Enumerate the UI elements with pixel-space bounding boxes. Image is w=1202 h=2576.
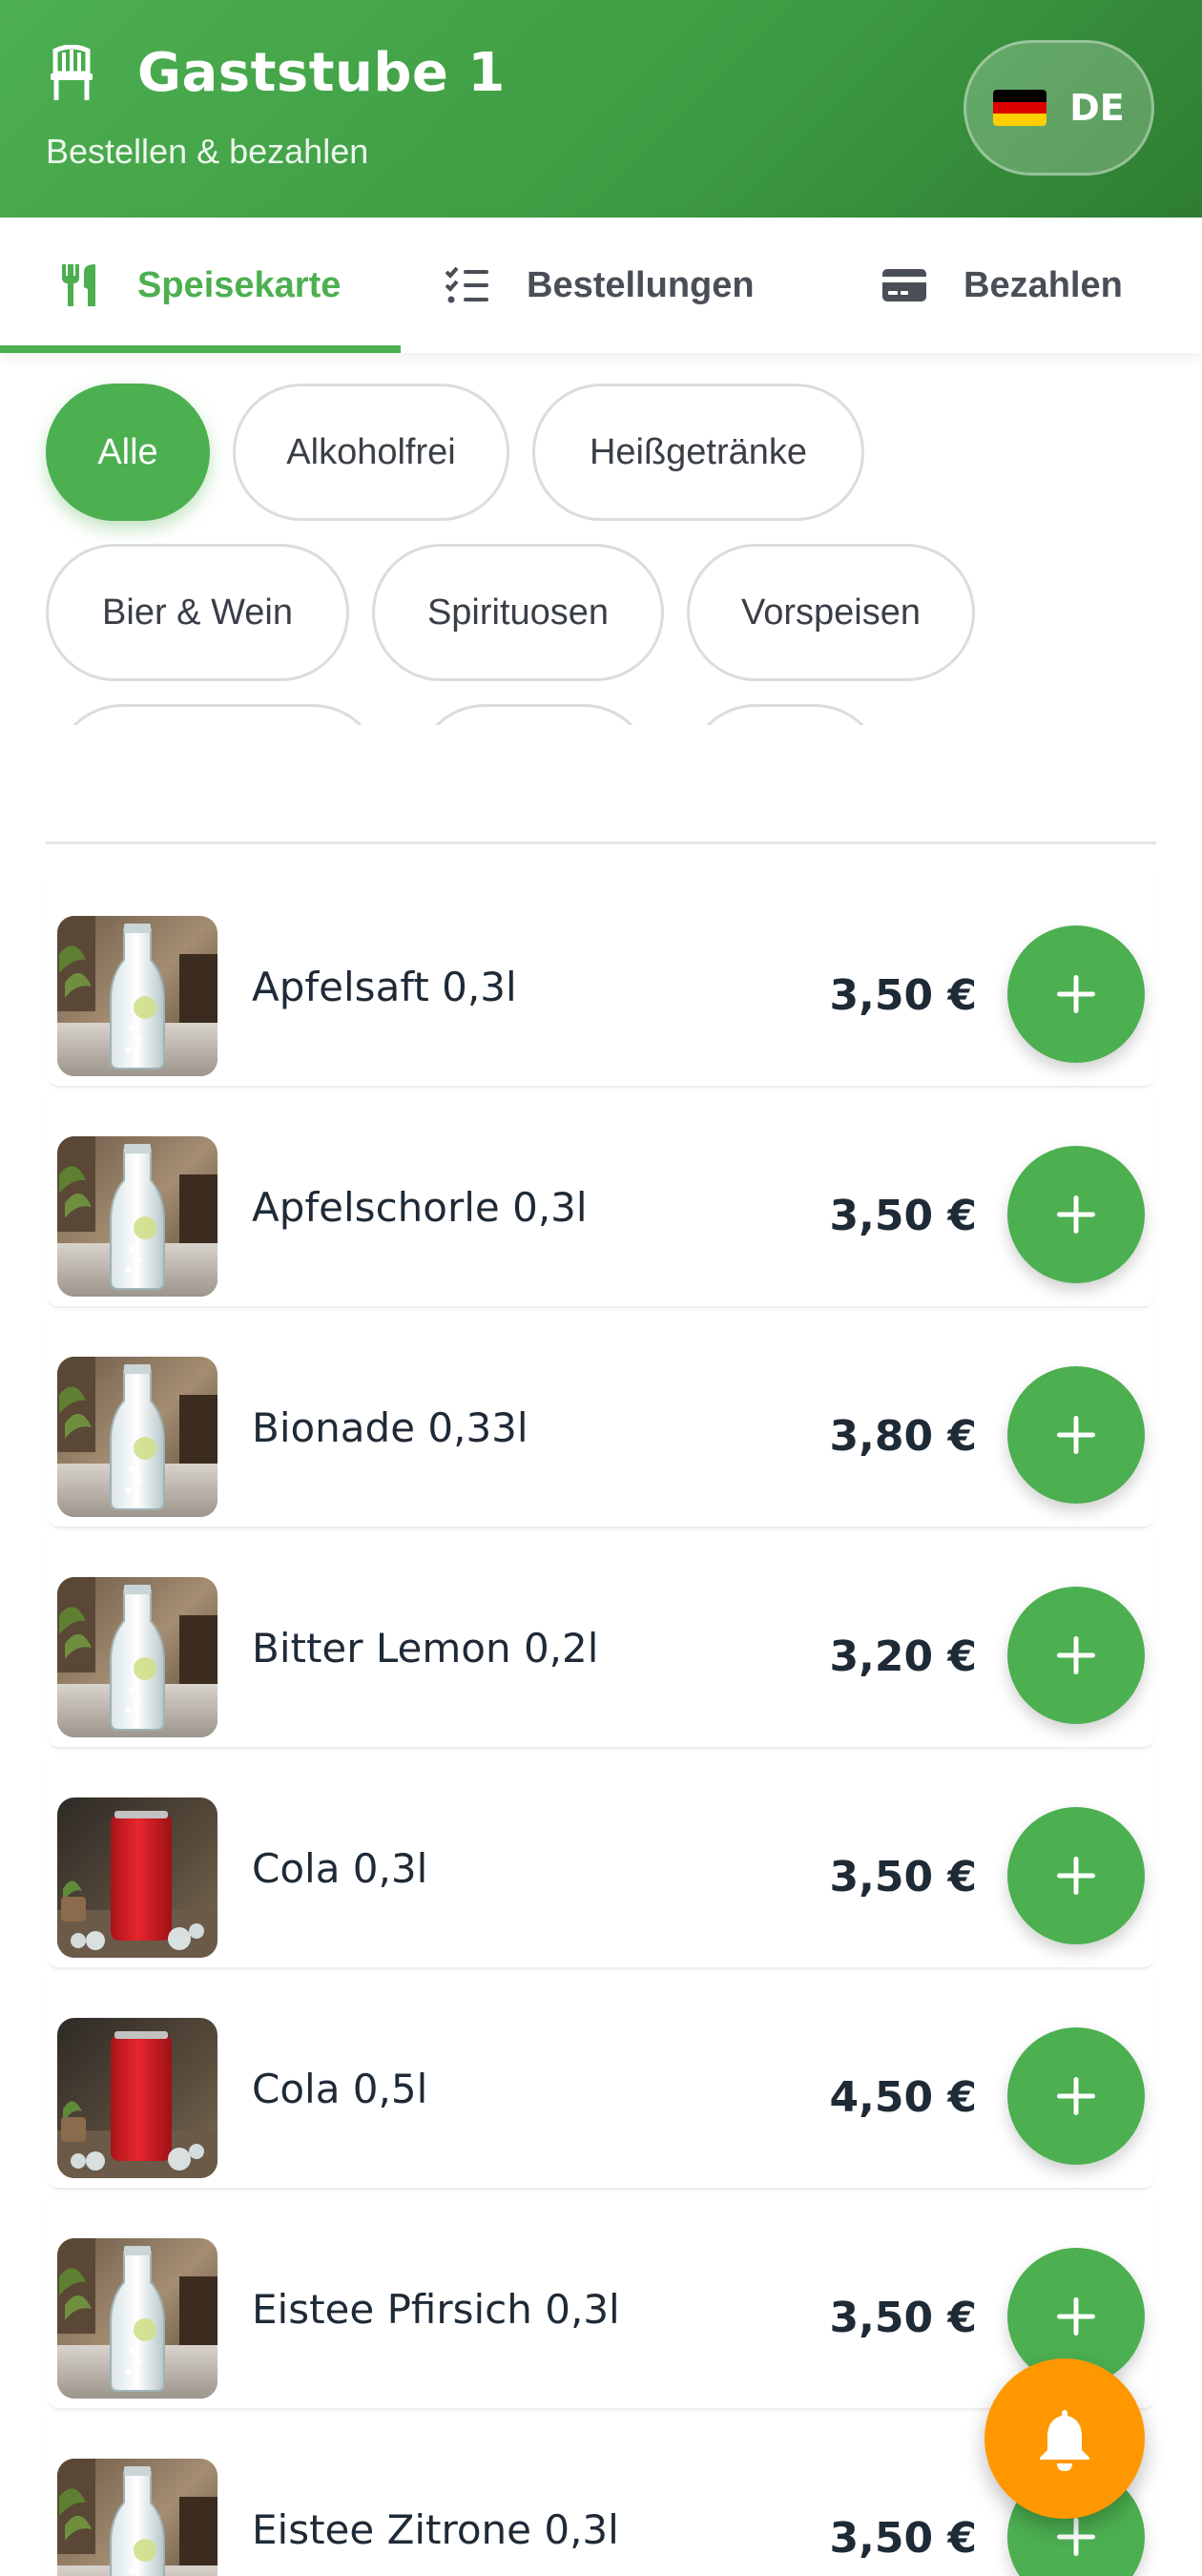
category-chip-alle[interactable]: Alle — [46, 384, 210, 521]
plus-icon — [1057, 2518, 1095, 2556]
item-price: 3,50 € — [829, 971, 978, 1020]
item-name: Apfelschorle 0,3l — [252, 1184, 588, 1231]
category-chip-partial[interactable] — [687, 704, 883, 725]
page-title: Gaststube 1 — [137, 42, 506, 104]
call-waiter-button[interactable] — [984, 2358, 1145, 2519]
item-price: 3,50 € — [829, 2514, 978, 2563]
item-image — [57, 1357, 218, 1517]
item-name: Bionade 0,33l — [252, 1404, 528, 1451]
menu-item: Cola 0,5l 4,50 € — [48, 1970, 1154, 2190]
category-filter: Alle Alkoholfrei Heißgetränke Bier & Wei… — [0, 353, 1202, 725]
active-tab-indicator — [0, 345, 401, 353]
plus-icon — [1057, 1636, 1095, 1674]
item-image — [57, 1577, 218, 1737]
plus-icon — [1057, 975, 1095, 1013]
menu-item: Cola 0,3l 3,50 € — [48, 1750, 1154, 1969]
menu-item: Apfelschorle 0,3l 3,50 € — [48, 1089, 1154, 1308]
tab-label: Bestellungen — [527, 264, 755, 305]
section-divider — [46, 841, 1156, 844]
category-chip-vorspeisen[interactable]: Vorspeisen — [687, 544, 975, 681]
category-chip-partial[interactable] — [416, 704, 653, 725]
item-name: Bitter Lemon 0,2l — [252, 1625, 599, 1672]
plus-icon — [1057, 2077, 1095, 2115]
tab-speisekarte[interactable]: Speisekarte — [59, 218, 341, 353]
item-price: 3,80 € — [829, 1412, 978, 1461]
menu-item: Bitter Lemon 0,2l 3,20 € — [48, 1529, 1154, 1749]
item-price: 4,50 € — [829, 2073, 978, 2122]
item-image — [57, 2238, 218, 2399]
item-name: Eistee Pfirsich 0,3l — [252, 2286, 620, 2333]
item-image — [57, 916, 218, 1076]
menu-item: Apfelsaft 0,3l 3,50 € — [48, 868, 1154, 1088]
page-subtitle: Bestellen & bezahlen — [46, 132, 369, 171]
add-to-order-button[interactable] — [1007, 1587, 1145, 1724]
tab-bar: Speisekarte Bestellungen Bezahlen — [0, 218, 1202, 353]
item-price: 3,20 € — [829, 1632, 978, 1681]
tab-bezahlen[interactable]: Bezahlen — [881, 218, 1123, 353]
category-chip-heissgetraenke[interactable]: Heißgetränke — [532, 384, 864, 521]
checklist-icon — [445, 266, 488, 303]
add-to-order-button[interactable] — [1007, 1146, 1145, 1283]
item-name: Apfelsaft 0,3l — [252, 964, 517, 1010]
add-to-order-button[interactable] — [1007, 925, 1145, 1063]
plus-icon — [1057, 1195, 1095, 1234]
plus-icon — [1057, 1416, 1095, 1454]
add-to-order-button[interactable] — [1007, 1366, 1145, 1504]
menu-item: Eistee Pfirsich 0,3l 3,50 € — [48, 2191, 1154, 2410]
tab-bestellungen[interactable]: Bestellungen — [445, 218, 755, 353]
bell-icon — [1040, 2410, 1089, 2471]
category-chip-bier-wein[interactable]: Bier & Wein — [46, 544, 349, 681]
item-image — [57, 2459, 218, 2576]
fork-knife-icon — [62, 264, 95, 306]
add-to-order-button[interactable] — [1007, 2027, 1145, 2165]
header-title-row: Gaststube 1 — [48, 42, 506, 104]
item-image — [57, 1136, 218, 1297]
item-price: 3,50 € — [829, 1192, 978, 1240]
plus-icon — [1057, 1857, 1095, 1895]
category-chip-spirituosen[interactable]: Spirituosen — [372, 544, 664, 681]
chair-icon — [51, 44, 93, 100]
category-chip-alkoholfrei[interactable]: Alkoholfrei — [233, 384, 509, 521]
item-name: Eistee Zitrone 0,3l — [252, 2506, 619, 2553]
tab-label: Speisekarte — [137, 264, 342, 305]
category-chip-partial[interactable] — [53, 704, 382, 725]
language-label: DE — [1069, 87, 1125, 129]
item-name: Cola 0,5l — [252, 2066, 428, 2112]
credit-card-icon — [882, 269, 926, 301]
item-price: 3,50 € — [829, 1853, 978, 1901]
add-to-order-button[interactable] — [1007, 1807, 1145, 1944]
item-image — [57, 2018, 218, 2178]
german-flag-icon — [993, 90, 1047, 126]
language-button[interactable]: DE — [964, 40, 1154, 176]
plus-icon — [1057, 2297, 1095, 2336]
app-header: Gaststube 1 Bestellen & bezahlen DE — [0, 0, 1202, 218]
item-image — [57, 1797, 218, 1958]
item-price: 3,50 € — [829, 2294, 978, 2342]
tab-label: Bezahlen — [964, 264, 1123, 305]
menu-item: Bionade 0,33l 3,80 € — [48, 1309, 1154, 1528]
item-name: Cola 0,3l — [252, 1845, 428, 1892]
